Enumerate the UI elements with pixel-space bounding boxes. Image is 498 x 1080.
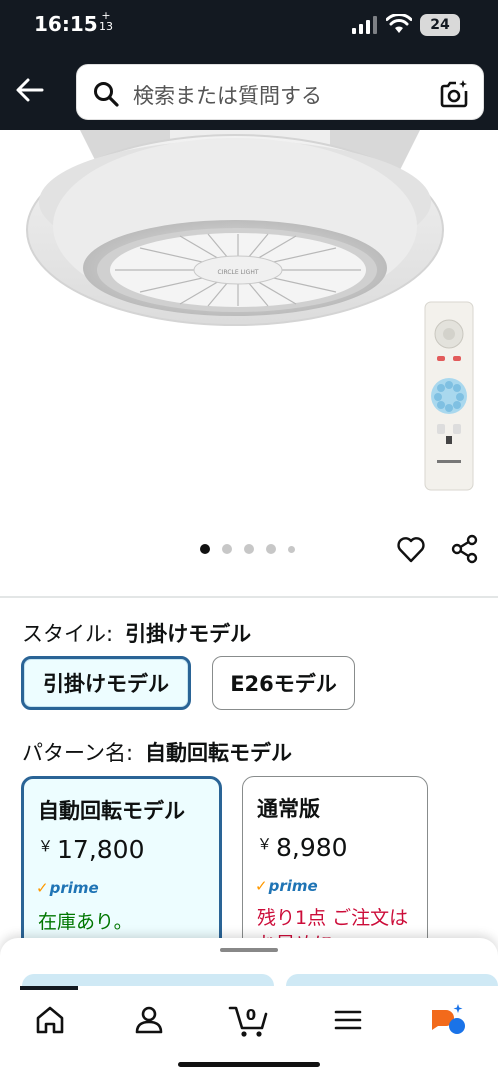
stock-status: 在庫あり。 (38, 911, 133, 933)
carousel-dot-5[interactable] (288, 546, 295, 553)
pattern-label: パターン名: (22, 741, 134, 765)
style-option-e26[interactable]: E26モデル (212, 656, 355, 710)
heart-icon[interactable] (396, 534, 426, 564)
prime-badge: ✓prime (255, 877, 318, 895)
style-label: スタイル: (22, 622, 114, 646)
status-time: 16:15 (34, 12, 98, 36)
style-selected-value: 引掛けモデル (125, 622, 252, 646)
camera-lens-icon[interactable] (439, 79, 469, 109)
carousel-dot-2[interactable] (222, 544, 232, 554)
prime-check-icon: ✓ (36, 879, 49, 897)
signal-icon (352, 16, 377, 34)
option-title: 自動回転モデル (38, 799, 185, 823)
menu-icon[interactable] (328, 1000, 368, 1040)
option-price: ￥ 17,800 (38, 835, 145, 864)
section-divider (0, 596, 498, 598)
sheet-drag-handle[interactable] (220, 948, 278, 952)
sim-indicator: + 13 (99, 9, 113, 33)
app-header: 16:15 + 13 24 検索または質問する (0, 0, 498, 130)
cart-count: 0 (246, 1006, 256, 1024)
carousel-dot-3[interactable] (244, 544, 254, 554)
status-bar: 16:15 + 13 24 (0, 0, 498, 52)
product-page: 16:15 + 13 24 検索または質問する CIRCLE LIGHT スタイ… (0, 0, 498, 1080)
cart-icon[interactable]: 0 (228, 1000, 272, 1040)
product-image-gallery[interactable]: CIRCLE LIGHT (0, 130, 498, 530)
carousel-dot-4[interactable] (266, 544, 276, 554)
product-logo-text: CIRCLE LIGHT (218, 269, 259, 276)
prime-check-icon: ✓ (255, 877, 268, 895)
search-bar[interactable]: 検索または質問する (76, 64, 484, 120)
product-image: CIRCLE LIGHT (26, 130, 474, 491)
share-icon[interactable] (450, 534, 480, 564)
style-option-hikkake[interactable]: 引掛けモデル (21, 656, 191, 710)
prime-badge: ✓prime (36, 879, 99, 897)
search-icon (94, 82, 119, 107)
style-option-label: 引掛けモデル (43, 672, 169, 696)
rufus-assistant-icon[interactable] (428, 1000, 468, 1040)
style-label-row: スタイル: 引掛けモデル (22, 618, 251, 648)
pattern-label-row: パターン名: 自動回転モデル (22, 737, 292, 767)
option-title: 通常版 (257, 797, 320, 821)
style-option-label: E26モデル (230, 672, 337, 696)
home-icon[interactable] (30, 1000, 70, 1040)
account-icon[interactable] (129, 1000, 169, 1040)
active-tab-indicator (20, 986, 78, 990)
home-indicator (178, 1062, 320, 1067)
search-placeholder: 検索または質問する (133, 84, 322, 108)
carousel-dot-1[interactable] (200, 544, 210, 554)
pattern-selected-value: 自動回転モデル (145, 741, 293, 765)
wifi-icon (386, 14, 412, 33)
remote-control-image (424, 301, 474, 491)
option-price: ￥ 8,980 (257, 833, 348, 862)
back-arrow-icon[interactable] (14, 74, 46, 106)
battery-indicator: 24 (420, 14, 460, 36)
